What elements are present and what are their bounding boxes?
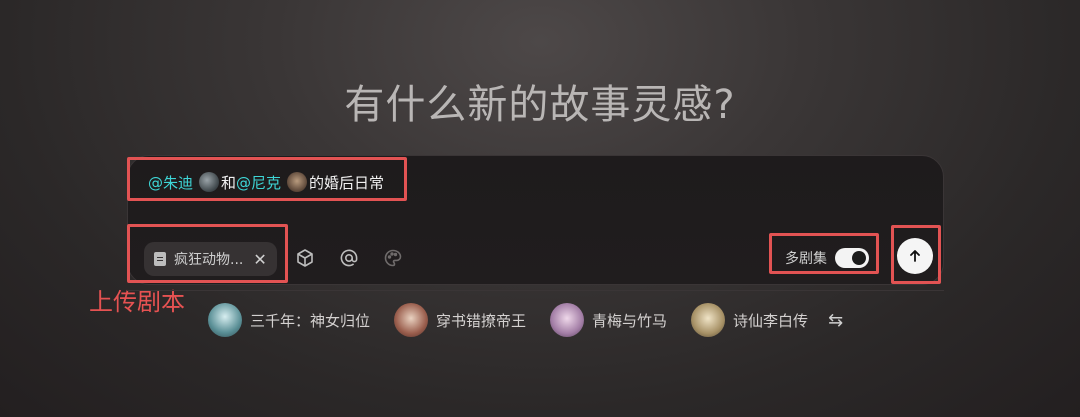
suggestion-item[interactable]: 青梅与竹马 — [550, 303, 667, 337]
page-title: 有什么新的故事灵感? — [344, 82, 736, 128]
suggestion-thumbnail — [208, 303, 242, 337]
suggestion-item[interactable]: 穿书错撩帝王 — [394, 303, 526, 337]
palette-icon[interactable] — [381, 246, 405, 270]
suggestion-item[interactable]: 三千年：神女归位 — [208, 303, 370, 337]
annotation-box-prompt — [127, 157, 407, 201]
annotation-upload-label: 上传剧本 — [89, 288, 185, 316]
suggestion-thumbnail — [691, 303, 726, 337]
annotation-box-multi-episode — [769, 233, 879, 274]
suggestion-list: 三千年：神女归位 穿书错撩帝王 青梅与竹马 诗仙李白传 ⇆ — [208, 303, 843, 337]
cube-icon[interactable] — [293, 246, 317, 270]
suggestion-label: 三千年：神女归位 — [250, 311, 371, 330]
at-icon[interactable] — [337, 246, 361, 270]
suggestion-label: 青梅与竹马 — [592, 311, 668, 330]
annotation-box-send — [891, 225, 941, 284]
suggestion-label: 穿书错撩帝王 — [436, 311, 527, 330]
shuffle-icon[interactable]: ⇆ — [828, 310, 843, 331]
suggestion-item[interactable]: 诗仙李白传 — [691, 303, 808, 337]
suggestion-thumbnail — [550, 303, 585, 337]
suggestion-label: 诗仙李白传 — [733, 311, 809, 330]
suggestion-thumbnail — [394, 303, 429, 337]
annotation-box-upload — [127, 224, 288, 283]
divider — [127, 290, 944, 291]
